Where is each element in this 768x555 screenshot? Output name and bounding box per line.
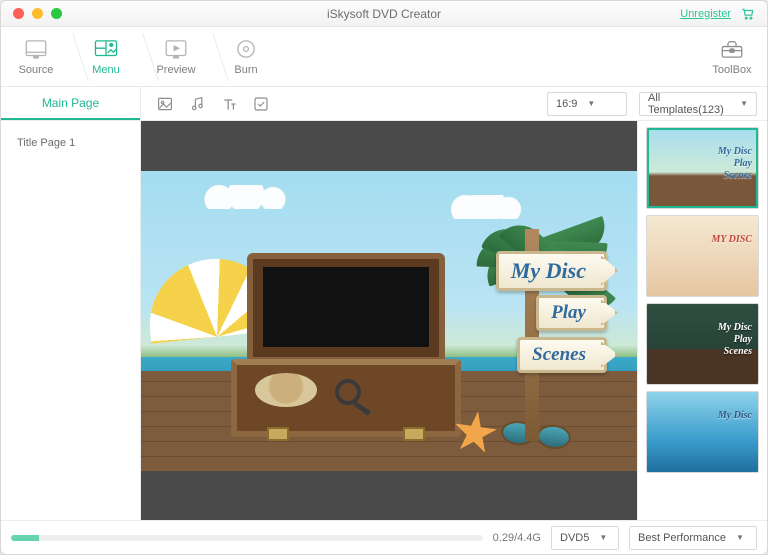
main-body: Title Page 1 [1, 121, 767, 520]
tab-burn[interactable]: Burn [211, 27, 281, 86]
tab-label: Preview [156, 64, 195, 76]
templates-dropdown-label: All Templates(123) [648, 92, 730, 116]
video-thumbnail-slot[interactable] [263, 267, 429, 347]
suitcase-graphic [231, 253, 461, 439]
menu-play-button[interactable]: Play [536, 295, 607, 331]
toolbox-icon [719, 38, 745, 60]
aspect-ratio-dropdown[interactable]: 16:9 ▼ [547, 92, 627, 116]
cart-icon[interactable] [741, 7, 755, 21]
disc-type-value: DVD5 [560, 532, 589, 544]
tab-label: Burn [234, 64, 257, 76]
template-thumbnail[interactable]: My Disc [646, 391, 759, 473]
menu-preview-canvas: My Disc Play Scenes [141, 171, 637, 471]
disc-usage-text: 0.29/4.4G [493, 532, 541, 544]
toolbox-label: ToolBox [712, 64, 751, 76]
menu-preview-area[interactable]: My Disc Play Scenes [141, 121, 637, 520]
text-style-button[interactable] [219, 94, 239, 114]
customize-button[interactable] [251, 94, 271, 114]
menu-title-text[interactable]: My Disc [496, 251, 607, 291]
app-title: iSkysoft DVD Creator [1, 1, 767, 27]
titlebar: iSkysoft DVD Creator Unregister [1, 1, 767, 27]
chevron-down-icon: ▼ [736, 533, 744, 542]
template-thumbnail[interactable]: My Disc Play Scenes [646, 127, 759, 209]
template-thumbnail[interactable]: MY DISC [646, 215, 759, 297]
page-list-sidebar: Title Page 1 [1, 121, 141, 520]
preview-icon [163, 38, 189, 60]
tab-label: Menu [92, 64, 120, 76]
unregister-link[interactable]: Unregister [680, 1, 731, 27]
source-icon [23, 38, 49, 60]
quality-dropdown[interactable]: Best Performance ▼ [629, 526, 757, 550]
template-thumbnail[interactable]: My Disc Play Scenes [646, 303, 759, 385]
burn-icon [233, 38, 259, 60]
background-image-button[interactable] [155, 94, 175, 114]
close-window-button[interactable] [13, 8, 24, 19]
background-music-button[interactable] [187, 94, 207, 114]
zoom-window-button[interactable] [51, 8, 62, 19]
page-list-item[interactable]: Title Page 1 [1, 131, 140, 155]
menu-scenes-button[interactable]: Scenes [517, 337, 607, 373]
tab-label: Source [19, 64, 54, 76]
toolbox-button[interactable]: ToolBox [697, 27, 767, 86]
subtoolbar: Main Page 16:9 ▼ All Templates(123) ▼ [1, 87, 767, 121]
templates-dropdown[interactable]: All Templates(123) ▼ [639, 92, 757, 116]
menu-icon [93, 38, 119, 60]
template-gallery: My Disc Play Scenes MY DISC My Disc Play… [637, 121, 767, 520]
main-page-tab[interactable]: Main Page [1, 87, 140, 120]
app-window: iSkysoft DVD Creator Unregister Source M… [0, 0, 768, 555]
main-toolbar: Source Menu Preview Burn ToolBox [1, 27, 767, 87]
disc-usage-progress [11, 535, 483, 541]
status-bar: 0.29/4.4G DVD5 ▼ Best Performance ▼ [1, 520, 767, 554]
chevron-down-icon: ▼ [587, 99, 595, 108]
chevron-down-icon: ▼ [599, 533, 607, 542]
aspect-ratio-value: 16:9 [556, 98, 577, 110]
quality-value: Best Performance [638, 532, 726, 544]
minimize-window-button[interactable] [32, 8, 43, 19]
disc-type-dropdown[interactable]: DVD5 ▼ [551, 526, 619, 550]
chevron-down-icon: ▼ [740, 99, 748, 108]
traffic-lights [1, 8, 62, 19]
